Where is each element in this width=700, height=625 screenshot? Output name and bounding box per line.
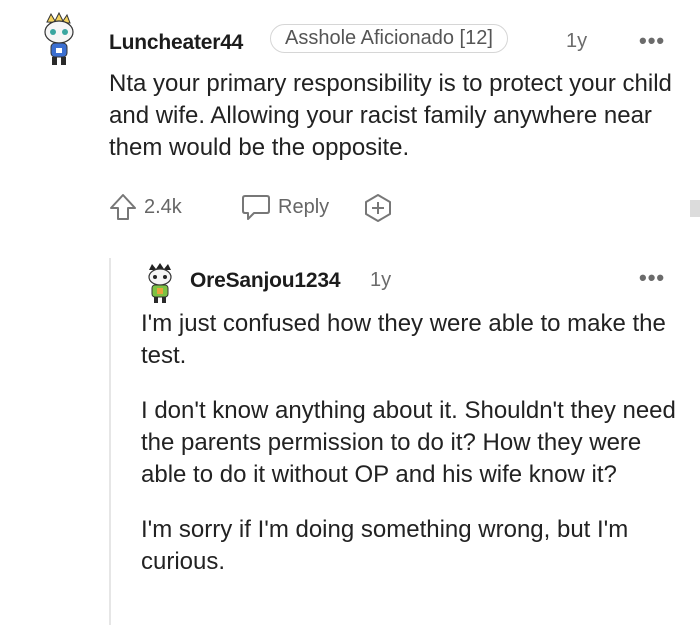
comment-text: Nta your primary responsibility is to pr… <box>109 70 672 161</box>
upvote-icon <box>110 194 136 220</box>
reply-body: I'm just confused how they were able to … <box>141 308 686 578</box>
more-options-icon[interactable]: ••• <box>639 265 665 291</box>
more-options-icon[interactable]: ••• <box>639 28 665 54</box>
snoo-avatar-icon <box>44 11 74 65</box>
comment-username[interactable]: Luncheater44 <box>109 31 243 55</box>
reply-user-avatar[interactable] <box>143 262 177 303</box>
comment-age: 1y <box>566 30 588 52</box>
reply-age: 1y <box>370 269 392 291</box>
thread-line[interactable] <box>109 258 111 625</box>
reply-button[interactable]: Reply <box>240 192 329 222</box>
upvote-button[interactable]: 2.4k <box>108 192 182 222</box>
reply-bubble-icon <box>242 195 270 220</box>
reply-paragraph: I don't know anything about it. Shouldn'… <box>141 397 676 488</box>
user-avatar[interactable] <box>37 11 81 65</box>
reply-paragraph: I'm sorry if I'm doing something wrong, … <box>141 516 629 575</box>
scrollbar-thumb[interactable] <box>690 200 700 217</box>
reply-label: Reply <box>278 195 330 218</box>
comment-body: Nta your primary responsibility is to pr… <box>109 68 679 164</box>
award-plus-icon <box>365 194 391 222</box>
snoo-avatar-icon <box>148 263 172 303</box>
upvote-count: 2.4k <box>144 195 182 218</box>
reply-username[interactable]: OreSanjou1234 <box>190 269 341 293</box>
award-button[interactable] <box>362 193 394 228</box>
reply-paragraph: I'm just confused how they were able to … <box>141 310 666 369</box>
user-flair: Asshole Aficionado [12] <box>270 24 508 53</box>
